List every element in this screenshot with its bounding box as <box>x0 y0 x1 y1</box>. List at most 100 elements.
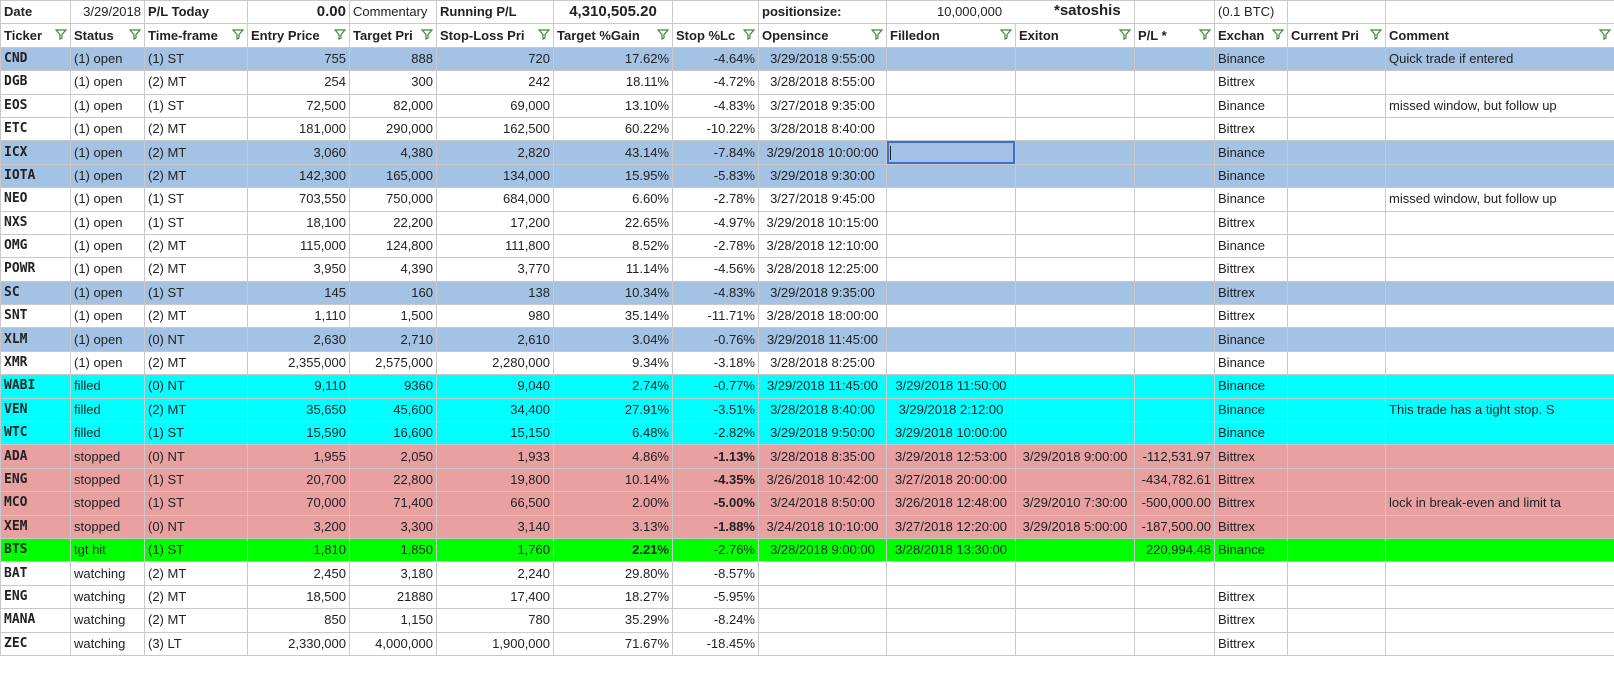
ticker-cell[interactable]: ICX <box>0 140 71 165</box>
data-cell[interactable] <box>1014 116 1136 142</box>
header-filledon[interactable]: Filledon <box>886 23 1016 48</box>
data-cell[interactable] <box>1214 561 1289 586</box>
data-cell[interactable] <box>886 93 1016 118</box>
data-cell[interactable]: Bittrex <box>1214 116 1289 142</box>
data-cell[interactable]: 162,500 <box>436 116 554 142</box>
data-cell[interactable] <box>1134 46 1216 72</box>
data-cell[interactable] <box>1287 444 1387 469</box>
ticker-cell[interactable]: NXS <box>0 210 71 235</box>
data-cell[interactable]: 3/29/2018 9:00:00 <box>1014 444 1136 469</box>
data-cell[interactable]: (1) ST <box>144 491 248 516</box>
data-cell[interactable]: (0) NT <box>144 327 248 352</box>
data-cell[interactable]: 2.74% <box>553 374 673 399</box>
data-cell[interactable]: 66,500 <box>436 491 554 516</box>
data-cell[interactable]: Bittrex <box>1214 444 1289 469</box>
data-cell[interactable] <box>1134 187 1216 212</box>
data-cell[interactable] <box>1287 70 1387 95</box>
data-cell[interactable] <box>1385 608 1614 633</box>
data-cell[interactable]: 3/29/2018 11:50:00 <box>886 374 1016 399</box>
data-cell[interactable]: -4.56% <box>672 257 759 282</box>
data-cell[interactable] <box>1385 421 1614 446</box>
header-current-pri[interactable]: Current Pri <box>1287 23 1387 48</box>
data-cell[interactable]: 755 <box>247 46 350 72</box>
data-cell[interactable]: watching <box>70 631 145 656</box>
filter-icon[interactable] <box>334 28 346 41</box>
filter-icon[interactable] <box>871 28 883 41</box>
data-cell[interactable] <box>1287 46 1387 72</box>
data-cell[interactable]: 1,900,000 <box>436 631 554 656</box>
data-cell[interactable]: 3/29/2018 5:00:00 <box>1014 514 1136 539</box>
data-cell[interactable] <box>1385 444 1614 469</box>
ticker-cell[interactable]: ETC <box>0 116 71 142</box>
ticker-cell[interactable]: SNT <box>0 304 71 329</box>
data-cell[interactable]: 290,000 <box>349 116 437 142</box>
data-cell[interactable]: 2,330,000 <box>247 631 350 656</box>
data-cell[interactable] <box>1385 514 1614 539</box>
data-cell[interactable]: 3/28/2018 18:00:00 <box>758 304 887 329</box>
data-cell[interactable] <box>886 608 1016 633</box>
date-value[interactable]: 3/29/2018 <box>70 0 145 25</box>
data-cell[interactable]: 43.14% <box>553 140 673 165</box>
data-cell[interactable]: 18.11% <box>553 70 673 95</box>
data-cell[interactable]: 13.10% <box>553 93 673 118</box>
data-cell[interactable]: 1,110 <box>247 304 350 329</box>
data-cell[interactable]: 134,000 <box>436 163 554 189</box>
filter-icon[interactable] <box>1199 28 1212 41</box>
data-cell[interactable]: 1,760 <box>436 537 554 563</box>
data-cell[interactable]: 1,850 <box>349 537 437 563</box>
data-cell[interactable]: Binance <box>1214 46 1289 72</box>
data-cell[interactable]: 3/27/2018 20:00:00 <box>886 467 1016 493</box>
data-cell[interactable]: watching <box>70 561 145 586</box>
data-cell[interactable] <box>1287 584 1387 610</box>
data-cell[interactable] <box>1287 327 1387 352</box>
data-cell[interactable] <box>1287 116 1387 142</box>
data-cell[interactable] <box>1134 327 1216 352</box>
data-cell[interactable] <box>886 116 1016 142</box>
data-cell[interactable]: -1.88% <box>672 514 759 539</box>
data-cell[interactable]: 3,180 <box>349 561 437 586</box>
data-cell[interactable] <box>1385 350 1614 376</box>
data-cell[interactable]: 4,380 <box>349 140 437 165</box>
data-cell[interactable]: Bittrex <box>1214 514 1289 539</box>
data-cell[interactable]: -2.82% <box>672 421 759 446</box>
data-cell[interactable]: This trade has a tight stop. S <box>1385 397 1614 423</box>
filter-icon[interactable] <box>1370 28 1383 41</box>
data-cell[interactable]: -4.35% <box>672 467 759 493</box>
data-cell[interactable]: 20,700 <box>247 467 350 493</box>
ticker-cell[interactable]: MANA <box>0 608 71 633</box>
data-cell[interactable]: 3,950 <box>247 257 350 282</box>
data-cell[interactable]: Bittrex <box>1214 304 1289 329</box>
satoshis-label[interactable]: *satoshis <box>1054 1 1121 21</box>
ticker-cell[interactable]: CND <box>0 46 71 72</box>
data-cell[interactable]: 3/29/2018 10:15:00 <box>758 210 887 235</box>
ticker-cell[interactable]: DGB <box>0 70 71 95</box>
data-cell[interactable] <box>1134 140 1216 165</box>
data-cell[interactable]: 18.27% <box>553 584 673 610</box>
data-cell[interactable]: (0) NT <box>144 514 248 539</box>
data-cell[interactable] <box>886 210 1016 235</box>
data-cell[interactable]: 3/29/2018 9:35:00 <box>758 280 887 306</box>
ticker-cell[interactable]: ADA <box>0 444 71 469</box>
data-cell[interactable]: (1) ST <box>144 280 248 306</box>
data-cell[interactable] <box>886 187 1016 212</box>
ticker-cell[interactable]: XLM <box>0 327 71 352</box>
data-cell[interactable] <box>886 163 1016 189</box>
data-cell[interactable]: 9.34% <box>553 350 673 376</box>
data-cell[interactable] <box>1385 116 1614 142</box>
data-cell[interactable] <box>1134 374 1216 399</box>
data-cell[interactable]: (1) open <box>70 327 145 352</box>
ticker-cell[interactable]: MCO <box>0 491 71 516</box>
data-cell[interactable] <box>1014 233 1136 259</box>
data-cell[interactable]: -3.51% <box>672 397 759 423</box>
header-p-l[interactable]: P/L * <box>1134 23 1216 48</box>
data-cell[interactable] <box>1134 280 1216 306</box>
data-cell[interactable]: 15.95% <box>553 163 673 189</box>
data-cell[interactable]: 10.14% <box>553 467 673 493</box>
data-cell[interactable] <box>886 46 1016 72</box>
data-cell[interactable]: -4.83% <box>672 280 759 306</box>
data-cell[interactable] <box>1287 187 1387 212</box>
data-cell[interactable]: Bittrex <box>1214 280 1289 306</box>
ticker-cell[interactable]: VEN <box>0 397 71 423</box>
ticker-cell[interactable]: SC <box>0 280 71 306</box>
data-cell[interactable] <box>1385 631 1614 656</box>
